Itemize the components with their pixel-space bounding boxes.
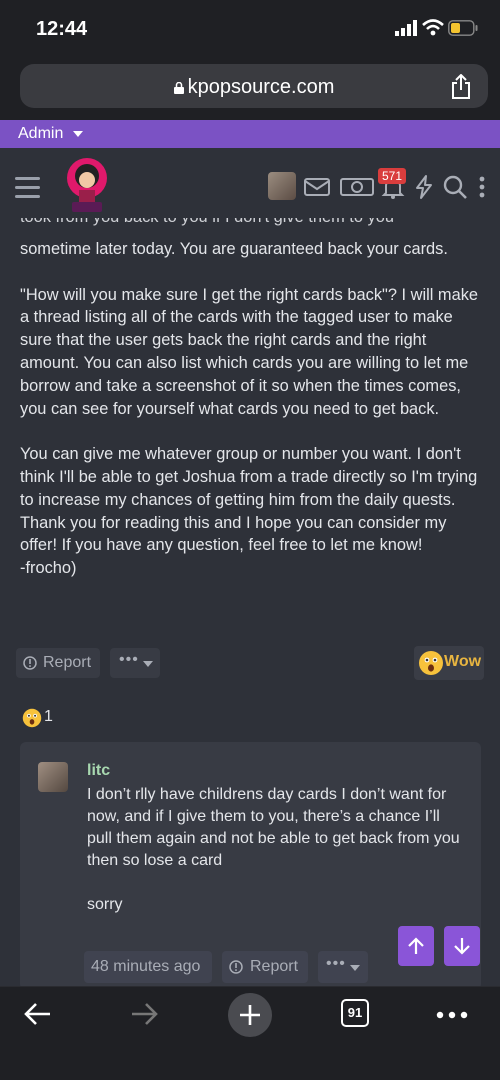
site-logo[interactable]: [58, 152, 116, 220]
wifi-icon: [422, 19, 444, 36]
reply-paragraph: sorry: [87, 896, 123, 913]
url-text: kpopsource.com: [187, 76, 335, 98]
scroll-down-button[interactable]: [444, 926, 480, 966]
chevron-down-icon: [143, 661, 153, 667]
post-body: sometime later today. You are guaranteed…: [20, 238, 486, 603]
reply-time-text: 48 minutes ago: [91, 958, 201, 975]
flag-icon: [23, 656, 37, 670]
notification-badge: 571: [378, 168, 407, 184]
report-button[interactable]: Report: [16, 648, 100, 678]
browser-toolbar: 91: [0, 986, 500, 1080]
hamburger-icon[interactable]: [15, 177, 40, 198]
reply-body: I don’t rlly have childrens day cards I …: [87, 784, 467, 938]
battery-icon: [448, 20, 478, 36]
chevron-down-icon: [350, 965, 360, 971]
admin-bar[interactable]: Admin: [0, 120, 500, 148]
reaction-summary[interactable]: 1: [22, 706, 62, 730]
money-icon[interactable]: [340, 174, 374, 200]
wow-emoji-icon: [419, 651, 443, 675]
scroll-up-button[interactable]: [398, 926, 434, 966]
browser-address-area: kpopsource.com: [0, 58, 500, 120]
reaction-count: 1: [44, 708, 53, 725]
lightning-icon[interactable]: [411, 174, 437, 200]
report-label: Report: [43, 654, 92, 671]
chevron-down-icon: [73, 131, 83, 137]
search-icon[interactable]: [442, 174, 468, 200]
status-bar: 12:44: [0, 0, 500, 58]
site-header: 571: [0, 148, 500, 224]
post-paragraph: "How will you make sure I get the right …: [20, 285, 479, 418]
user-avatar[interactable]: [268, 172, 296, 200]
reply-more-label: •••: [326, 955, 346, 972]
address-bar[interactable]: kpopsource.com: [20, 64, 488, 108]
post-paragraph: You can give me whatever group or number…: [20, 445, 478, 578]
forward-arrow-icon[interactable]: [130, 1001, 158, 1027]
arrow-down-icon: [454, 938, 470, 955]
reply-paragraph: I don’t rlly have childrens day cards I …: [87, 786, 460, 869]
envelope-icon[interactable]: [304, 174, 330, 200]
wow-emoji-icon: [22, 708, 42, 728]
avatar[interactable]: [38, 762, 68, 792]
reaction-button[interactable]: Wow: [414, 646, 484, 680]
reply-more-button[interactable]: •••: [318, 951, 368, 983]
tabs-icon[interactable]: 91: [341, 999, 369, 1027]
flag-icon: [229, 960, 243, 974]
more-actions-button[interactable]: •••: [110, 648, 160, 678]
share-icon[interactable]: [450, 74, 472, 100]
status-time: 12:44: [36, 18, 88, 40]
reaction-label: Wow: [444, 653, 482, 670]
back-arrow-icon[interactable]: [24, 1001, 52, 1027]
post-cut-line: took from you back to you if I don't giv…: [20, 218, 486, 230]
admin-label: Admin: [18, 125, 64, 142]
reply-author[interactable]: litc: [87, 762, 110, 780]
reply-report-button[interactable]: Report: [222, 951, 308, 983]
reply-timestamp[interactable]: 48 minutes ago: [84, 951, 212, 983]
post-paragraph: sometime later today. You are guaranteed…: [20, 240, 448, 258]
arrow-up-icon: [408, 937, 424, 954]
plus-icon: [240, 1005, 260, 1025]
new-tab-button[interactable]: [228, 993, 272, 1037]
more-label: •••: [119, 651, 139, 668]
lock-icon: [173, 82, 184, 94]
address-text-wrap: kpopsource.com: [20, 76, 488, 99]
signal-icon: [395, 20, 417, 36]
vertical-dots-icon[interactable]: [474, 174, 490, 200]
horizontal-dots-icon[interactable]: [436, 1011, 468, 1019]
reply-report-label: Report: [250, 958, 299, 975]
tab-count: 91: [347, 1005, 363, 1020]
